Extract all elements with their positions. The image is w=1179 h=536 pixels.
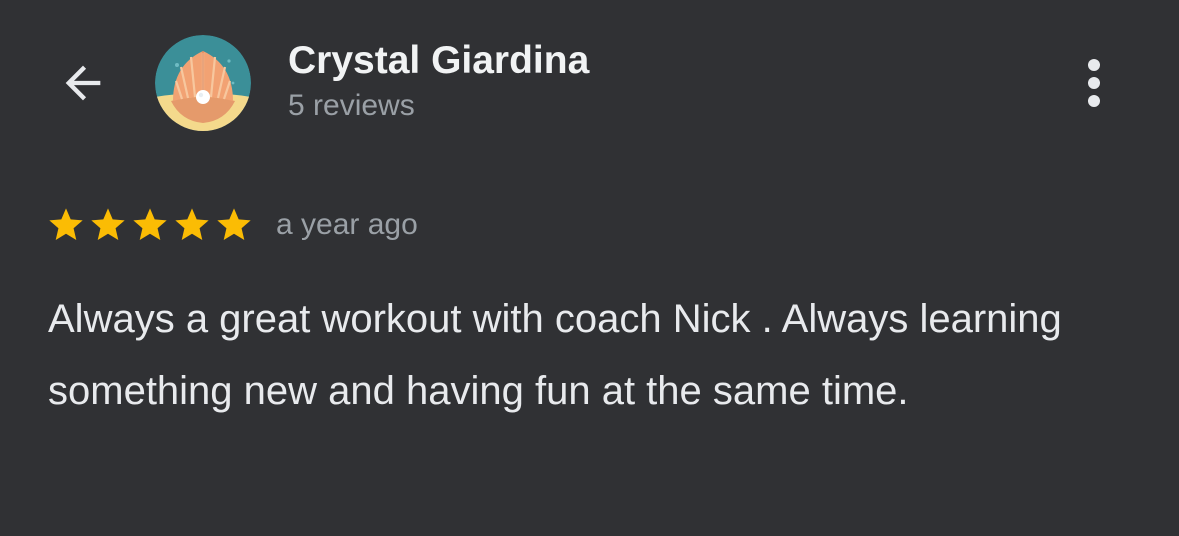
star-icon [91,208,125,240]
rating-row: a year ago [46,200,418,250]
star-icon [217,208,251,240]
star-icon [49,208,83,240]
star-icon [175,208,209,240]
review-date: a year ago [276,208,418,241]
arrow-left-icon [65,65,101,101]
more-options-button[interactable] [1072,52,1116,114]
review-screen: Crystal Giardina 5 reviews a year ago Al… [0,0,1179,536]
more-vertical-icon [1088,59,1100,107]
review-count: 5 reviews [288,89,415,122]
avatar[interactable] [155,35,251,131]
review-text: Always a great workout with coach Nick .… [48,297,1062,413]
back-button[interactable] [52,52,114,114]
star-icon [133,208,167,240]
reviewer-name[interactable]: Crystal Giardina [288,38,589,84]
star-rating [46,205,256,245]
seashell-pearl-avatar [155,35,251,131]
